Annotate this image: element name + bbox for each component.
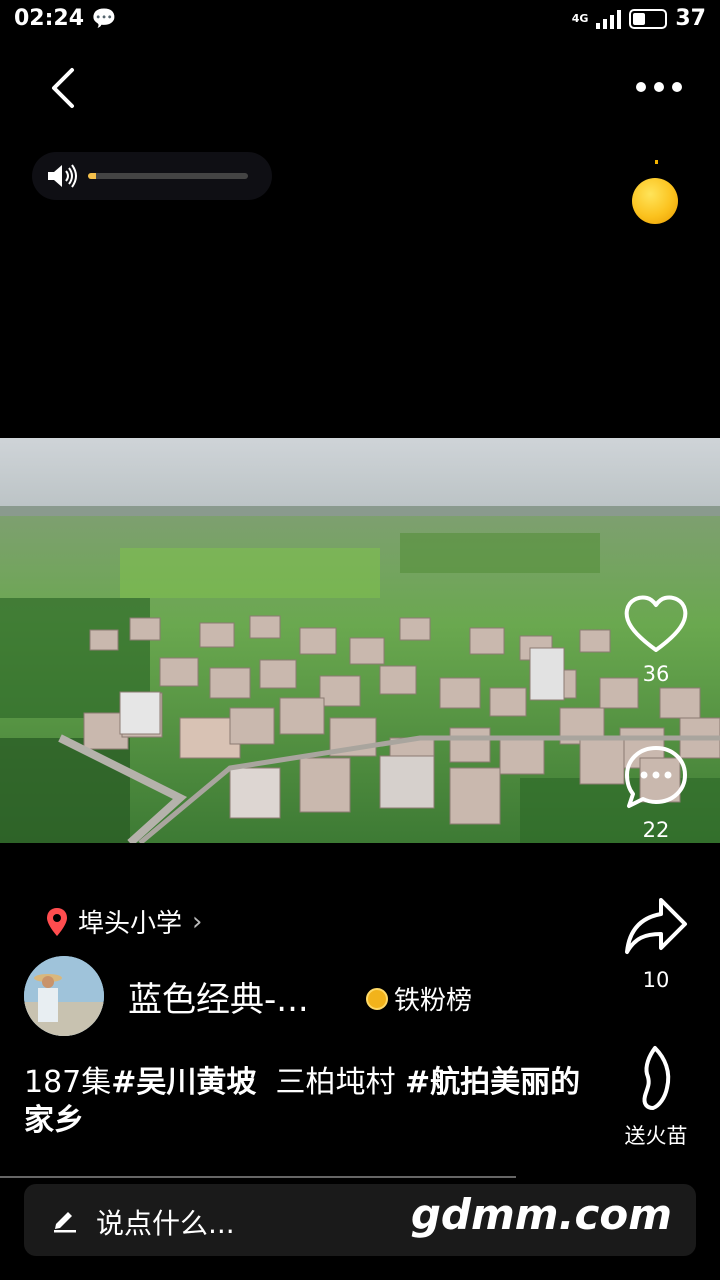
volume-level xyxy=(88,173,96,179)
back-icon[interactable] xyxy=(46,62,86,112)
flame-icon xyxy=(642,1046,671,1110)
volume-slider[interactable] xyxy=(88,173,248,179)
avatar[interactable] xyxy=(24,956,104,1036)
avatar-image xyxy=(24,956,104,1036)
send-fire-button[interactable]: 送火苗 xyxy=(608,1044,704,1150)
chevron-right-icon: › xyxy=(192,906,203,937)
message-icon: 💬 xyxy=(91,6,117,30)
send-fire-label: 送火苗 xyxy=(624,1124,688,1148)
caption-text: 三柏坉村 xyxy=(275,1065,396,1100)
share-count: 10 xyxy=(642,968,670,992)
status-time: 02:24 💬 xyxy=(14,6,117,31)
divider xyxy=(0,1176,516,1178)
comment-icon xyxy=(625,746,687,808)
location-tag[interactable]: 埠头小学 › xyxy=(46,903,202,940)
share-arrow-icon xyxy=(625,898,687,954)
coin-indicator xyxy=(655,160,658,164)
caption-prefix: 187集 xyxy=(24,1065,112,1100)
fans-rank-badge[interactable]: 铁粉榜 xyxy=(366,980,472,1017)
heart-icon xyxy=(624,595,688,652)
location-pin-icon xyxy=(47,907,67,936)
like-button[interactable]: 36 xyxy=(608,592,704,686)
volume-control[interactable] xyxy=(32,152,272,200)
speaker-icon xyxy=(48,164,77,188)
video-caption: 187集#吴川黄坡 三柏坉村 #航拍美丽的家乡 xyxy=(24,1064,584,1140)
battery-icon xyxy=(629,8,668,29)
share-button[interactable]: 10 xyxy=(608,892,704,992)
network-label: 4G xyxy=(571,12,589,25)
coin-reward-icon[interactable] xyxy=(632,178,678,224)
caption-hashtag[interactable]: #吴川黄坡 xyxy=(111,1065,256,1100)
medal-icon xyxy=(366,987,388,1010)
watermark: gdmm.com xyxy=(410,1190,672,1239)
comment-count: 22 xyxy=(642,818,670,842)
status-icons: 4G 37 xyxy=(572,6,706,31)
comment-placeholder: 说点什么... xyxy=(96,1207,235,1240)
comment-input-bar[interactable]: 说点什么... gdmm.com xyxy=(24,1184,696,1256)
fans-rank-label: 铁粉榜 xyxy=(394,986,473,1016)
battery-level: 37 xyxy=(675,6,706,31)
location-name: 埠头小学 xyxy=(78,909,183,939)
comment-button[interactable]: 22 xyxy=(608,742,704,842)
like-count: 36 xyxy=(642,662,670,686)
author-name[interactable]: 蓝色经典-... xyxy=(128,972,309,1021)
more-icon[interactable] xyxy=(636,82,682,92)
signal-icon xyxy=(596,9,622,29)
pencil-icon xyxy=(54,1212,76,1233)
